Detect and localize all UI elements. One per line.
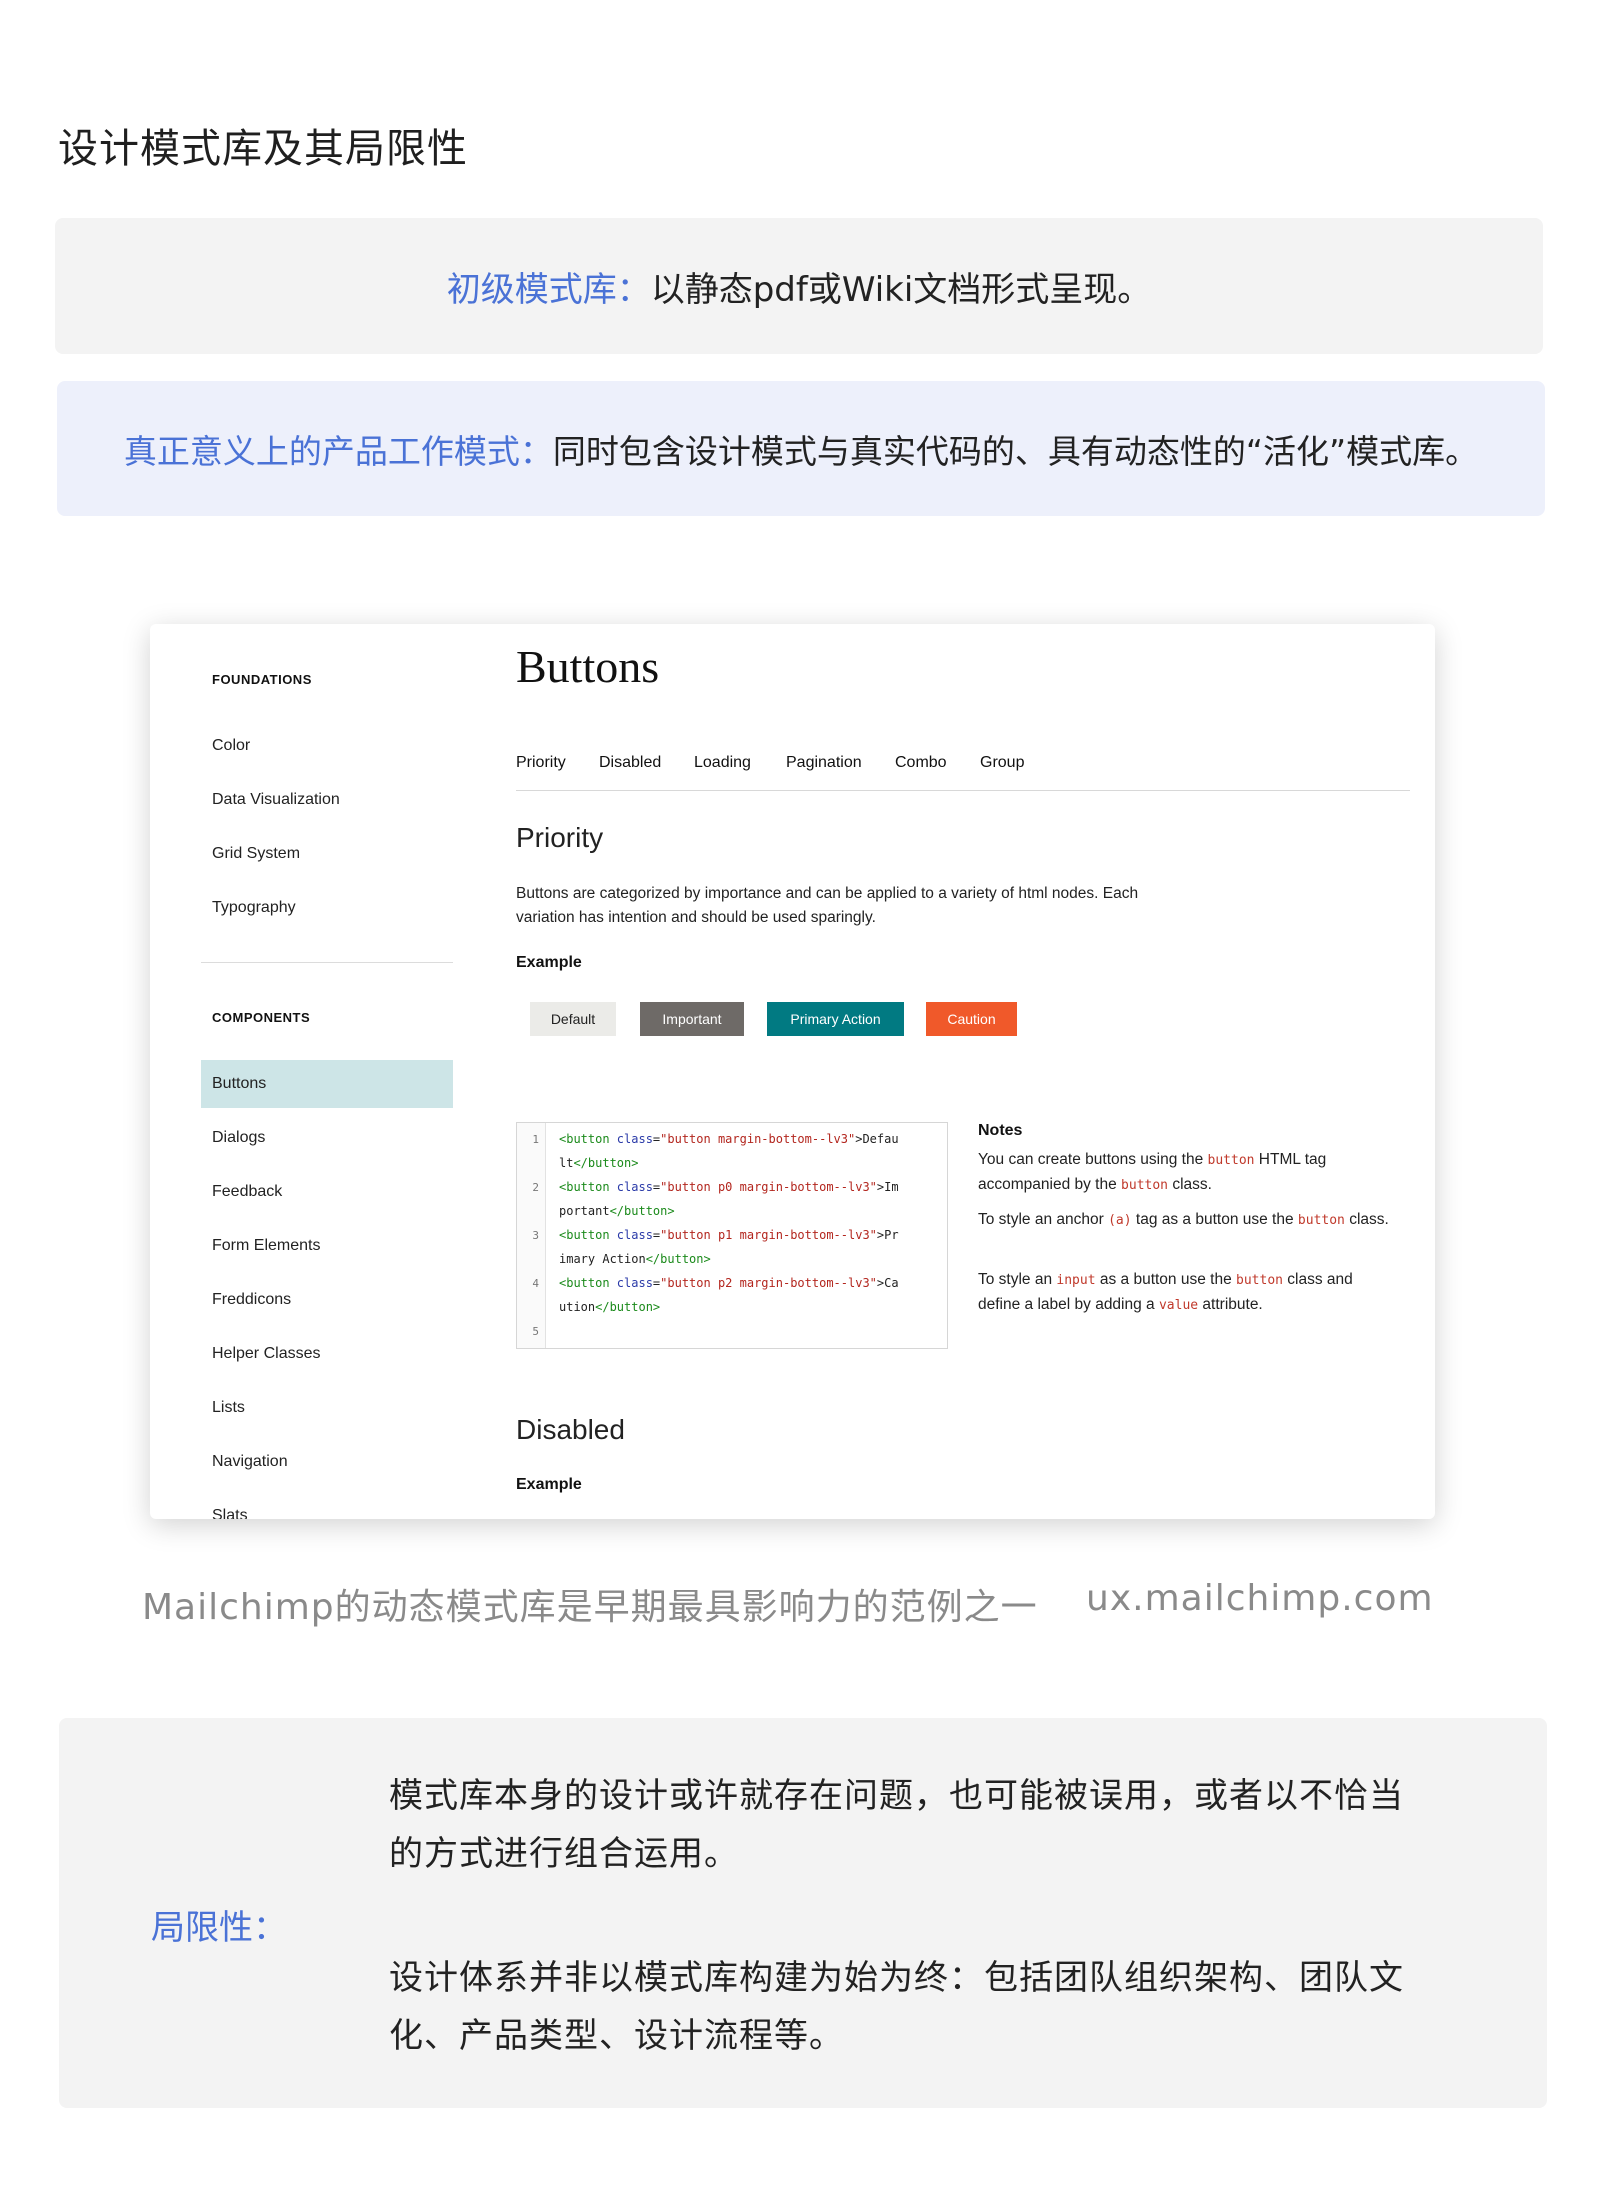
disabled-example-label: Example bbox=[516, 1476, 582, 1493]
priority-example-label: Example bbox=[516, 954, 582, 971]
page-title: 设计模式库及其局限性 bbox=[58, 126, 468, 172]
limitation-2-line-1: 设计体系并非以模式库构建为始为终：包括团队组织架构、团队文 bbox=[389, 1958, 1404, 1998]
tab-combo[interactable]: Combo bbox=[895, 754, 947, 772]
limitations-box: 局限性： 模式库本身的设计或许就存在问题，也可能被误用，或者以不恰当 的方式进行… bbox=[59, 1718, 1547, 2108]
code-line: <button class="button p1 margin-bottom--… bbox=[559, 1228, 899, 1242]
note-1: You can create buttons using the button … bbox=[978, 1151, 1327, 1193]
code-line: <button class="button margin-bottom--lv3… bbox=[559, 1132, 899, 1146]
primary-action-button[interactable]: Primary Action bbox=[767, 1002, 904, 1036]
tab-priority[interactable]: Priority bbox=[516, 754, 566, 772]
priority-heading: Priority bbox=[516, 822, 604, 853]
line-number: 3 bbox=[532, 1229, 539, 1242]
code-line: portant</button> bbox=[559, 1204, 675, 1218]
limitation-2-line-2: 化、产品类型、设计流程等。 bbox=[389, 2016, 844, 2056]
sidebar-item-form-elements[interactable]: Form Elements bbox=[212, 1237, 320, 1255]
screenshot-caption: Mailchimp的动态模式库是早期最具影响力的范例之一 bbox=[142, 1587, 1038, 1628]
priority-description: Buttons are categorized by importance an… bbox=[516, 885, 1139, 926]
living-pattern-library-box: 真正意义上的产品工作模式：同时包含设计模式与真实代码的、具有动态性的“活化”模式… bbox=[57, 381, 1545, 516]
box2-label: 真正意义上的产品工作模式： bbox=[123, 432, 553, 471]
tab-pagination[interactable]: Pagination bbox=[786, 754, 862, 772]
mailchimp-pattern-library-screenshot: FOUNDATIONS Color Data Visualization Gri… bbox=[150, 624, 1435, 1519]
code-line: ution</button> bbox=[559, 1300, 661, 1314]
sidebar-divider bbox=[201, 962, 453, 963]
sidebar-item-buttons[interactable]: Buttons bbox=[212, 1075, 266, 1093]
sidebar-item-helper-classes[interactable]: Helper Classes bbox=[212, 1345, 320, 1363]
sidebar-item-lists[interactable]: Lists bbox=[212, 1399, 245, 1417]
default-button[interactable]: Default bbox=[530, 1002, 616, 1036]
tab-disabled[interactable]: Disabled bbox=[599, 754, 661, 772]
sidebar-item-slats[interactable]: Slats bbox=[212, 1507, 248, 1519]
notes-title: Notes bbox=[978, 1122, 1023, 1139]
code-gutter: 1 2 3 4 5 bbox=[517, 1123, 546, 1348]
code-line: imary Action</button> bbox=[559, 1252, 711, 1266]
line-number: 2 bbox=[532, 1181, 539, 1194]
box1-label: 初级模式库： bbox=[446, 270, 651, 310]
caution-button[interactable]: Caution bbox=[926, 1002, 1017, 1036]
component-title: Buttons bbox=[516, 641, 660, 692]
disabled-heading: Disabled bbox=[516, 1414, 625, 1445]
code-snippet: 1 2 3 4 5 <button class="button margin-b… bbox=[516, 1122, 948, 1349]
note-3: To style an input as a button use the bu… bbox=[978, 1271, 1353, 1313]
sidebar-heading-foundations: FOUNDATIONS bbox=[212, 672, 312, 687]
line-number: 5 bbox=[532, 1325, 539, 1338]
tab-group[interactable]: Group bbox=[980, 754, 1024, 772]
line-number: 1 bbox=[532, 1133, 539, 1146]
limitation-1-line-1: 模式库本身的设计或许就存在问题，也可能被误用，或者以不恰当 bbox=[389, 1776, 1404, 1816]
box1-text: 以静态pdf或Wiki文档形式呈现。 bbox=[650, 270, 1152, 310]
limitation-1-line-2: 的方式进行组合运用。 bbox=[389, 1834, 739, 1874]
source-url: ux.mailchimp.com bbox=[1086, 1578, 1434, 1619]
box2-text: 同时包含设计模式与真实代码的、具有动态性的“活化”模式库。 bbox=[552, 432, 1479, 471]
code-line: <button class="button p0 margin-bottom--… bbox=[559, 1180, 899, 1194]
note-2: To style an anchor (a) tag as a button u… bbox=[978, 1211, 1389, 1228]
important-button[interactable]: Important bbox=[640, 1002, 744, 1036]
sidebar-item-grid-system[interactable]: Grid System bbox=[212, 845, 300, 863]
code-line: <button class="button p2 margin-bottom--… bbox=[559, 1276, 899, 1290]
sidebar-heading-components: COMPONENTS bbox=[212, 1010, 311, 1025]
sidebar-item-data-visualization[interactable]: Data Visualization bbox=[212, 791, 340, 809]
line-number: 4 bbox=[532, 1277, 539, 1290]
basic-pattern-library-box: 初级模式库：以静态pdf或Wiki文档形式呈现。 bbox=[55, 218, 1543, 354]
tab-loading[interactable]: Loading bbox=[694, 754, 751, 772]
sidebar-item-typography[interactable]: Typography bbox=[212, 899, 296, 917]
sidebar-item-color[interactable]: Color bbox=[212, 737, 250, 755]
sidebar-item-freddicons[interactable]: Freddicons bbox=[212, 1291, 291, 1309]
sidebar-item-feedback[interactable]: Feedback bbox=[212, 1183, 282, 1201]
tabs-divider bbox=[516, 790, 1410, 791]
sidebar-item-dialogs[interactable]: Dialogs bbox=[212, 1129, 265, 1147]
code-line: lt</button> bbox=[559, 1156, 639, 1170]
sidebar-item-navigation[interactable]: Navigation bbox=[212, 1453, 288, 1471]
limitations-label: 局限性： bbox=[151, 1908, 287, 1948]
